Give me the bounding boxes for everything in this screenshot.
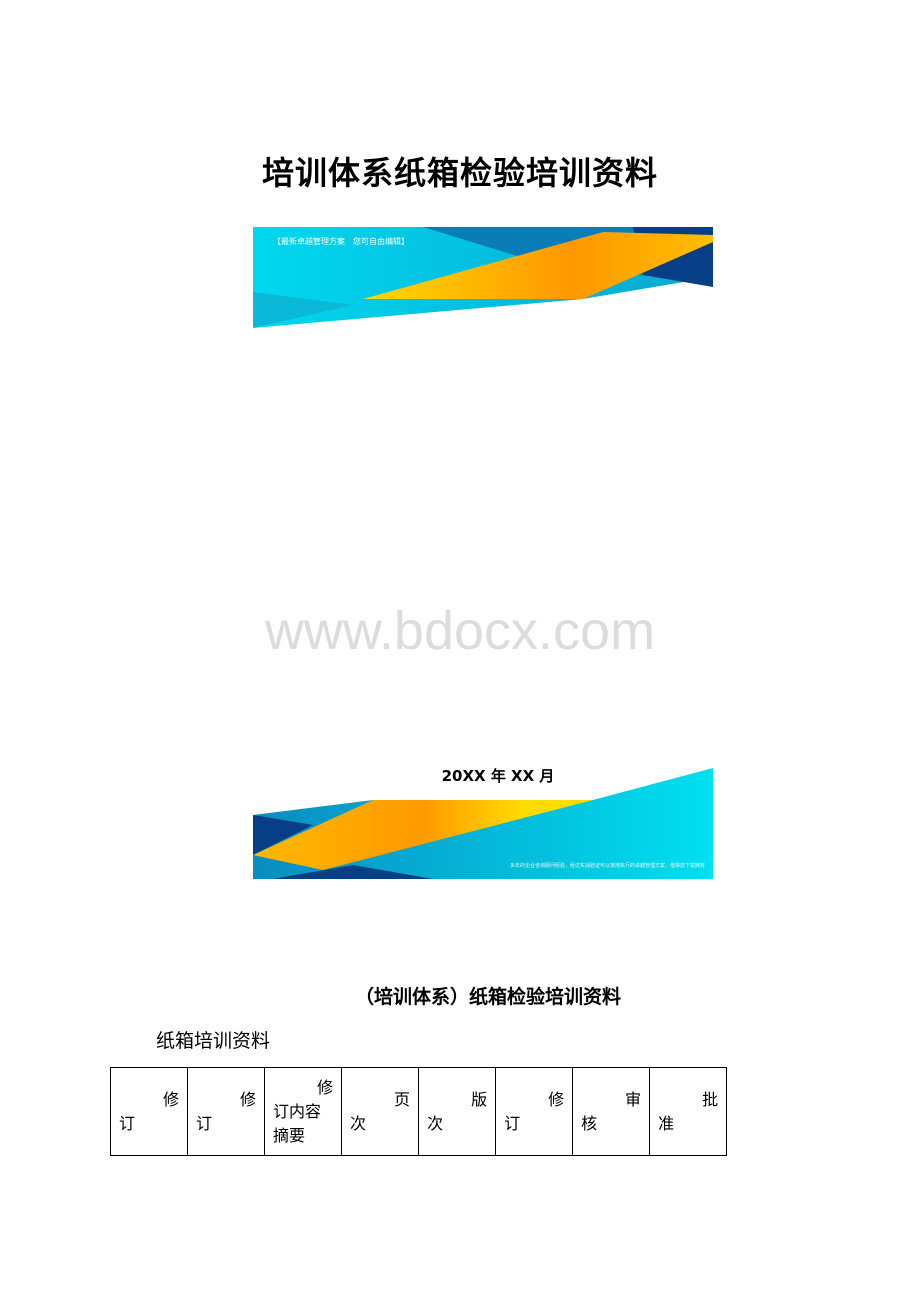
table-header-cell: 修订 [495,1067,574,1156]
table-header-cell: 修订 [109,1067,189,1156]
table-header-cell: 审核 [572,1067,651,1156]
table-row: 修订 修订 修订内容摘要 页次 版次 修订 审核 批准 [109,1067,728,1156]
document-title: 培训体系纸箱检验培训资料 [261,154,658,192]
watermark: www.bdocx.com [264,601,656,661]
date-text: 20XX 年 XX 月 [441,767,555,785]
table-header-cell: 修订 [187,1067,266,1156]
table-header-cell: 批准 [649,1067,728,1156]
table-header-cell: 修订内容摘要 [264,1067,343,1156]
banner-footer: 多年的企业咨询顾问经验，经过实战验证可以落地执行的卓越管理方案，值得您下载拥有 [509,863,705,869]
table-header-cell: 页次 [341,1067,420,1156]
cover-banner-bottom: 20XX 年 XX 月 多年的企业咨询顾问经验，经过实战验证可以落地执行的卓越管… [253,765,713,879]
table-header-cell: 版次 [418,1067,497,1156]
cover-banner-top: 【最新卓越管理方案 您可自由编辑】 [253,227,713,328]
banner-tag: 【最新卓越管理方案 您可自由编辑】 [273,237,409,246]
revision-table: 修订 修订 修订内容摘要 页次 版次 修订 审核 批准 [109,1067,728,1156]
section-heading: 纸箱培训资料 [156,1030,271,1052]
document-subtitle: （培训体系）纸箱检验培训资料 [354,986,621,1008]
